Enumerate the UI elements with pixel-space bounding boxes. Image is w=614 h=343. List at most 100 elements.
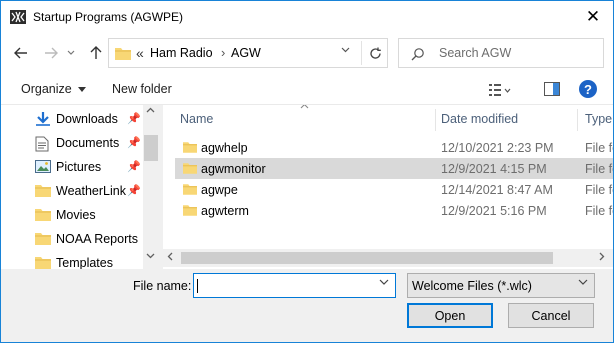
cancel-button[interactable]: Cancel — [508, 303, 594, 328]
sidebar-item-templates[interactable]: Templates — [1, 251, 143, 269]
refresh-button[interactable] — [361, 41, 388, 65]
documents-icon — [35, 136, 49, 152]
pin-icon: 📌 — [127, 113, 141, 125]
chevron-down-icon — [578, 279, 588, 285]
close-icon: ✕ — [585, 7, 601, 26]
preview-pane-icon[interactable] — [544, 82, 560, 96]
window-title: Startup Programs (AGWPE) — [33, 10, 184, 24]
file-type: File fo — [585, 183, 613, 197]
file-name-input[interactable] — [193, 273, 396, 298]
chevron-down-icon[interactable] — [379, 279, 389, 285]
scroll-right-icon[interactable] — [599, 252, 605, 261]
navigation-bar: « Ham Radio › AGW Search AGW — [1, 33, 613, 73]
app-icon — [10, 10, 26, 24]
file-date: 12/9/2021 4:15 PM — [441, 162, 547, 176]
scroll-left-icon[interactable] — [167, 252, 173, 261]
file-row[interactable]: agwterm 12/9/2021 5:16 PM File fo — [175, 200, 613, 221]
column-header-name[interactable]: Name — [180, 112, 213, 126]
chevron-down-icon — [67, 50, 75, 55]
sidebar-item-label: Pictures — [56, 160, 102, 174]
sidebar-item-label: Movies — [56, 208, 96, 222]
column-header-date-modified[interactable]: Date modified — [441, 112, 518, 126]
breadcrumb-agw[interactable]: AGW — [231, 46, 261, 60]
column-divider[interactable] — [577, 109, 578, 131]
folder-icon — [35, 185, 51, 197]
back-button[interactable] — [10, 43, 32, 63]
help-button[interactable]: ? — [579, 80, 597, 98]
file-type-select[interactable]: Welcome Files (*.wlc) — [407, 273, 595, 298]
folder-icon — [115, 48, 131, 60]
pin-icon: 📌 — [127, 137, 141, 149]
scroll-up-icon[interactable] — [146, 107, 155, 113]
file-type: File fo — [585, 162, 613, 176]
file-type-selected: Welcome Files (*.wlc) — [412, 279, 532, 293]
sidebar-item-label: Downloads — [56, 112, 118, 126]
text-caret — [197, 279, 198, 293]
organize-label: Organize — [21, 82, 72, 96]
sidebar-item-weatherlink[interactable]: WeatherLink 📌 — [1, 179, 143, 203]
arrow-left-icon — [14, 47, 27, 59]
horizontal-scroll-thumb[interactable] — [181, 252, 553, 264]
sidebar-item-downloads[interactable]: Downloads 📌 — [1, 107, 143, 131]
folder-icon — [183, 184, 197, 195]
file-list-pane: Name Date modified Type agwhelp 12/10/20… — [163, 105, 613, 269]
file-row-selected[interactable]: agwmonitor 12/9/2021 4:15 PM File fo — [175, 158, 613, 179]
scroll-down-icon[interactable] — [146, 253, 155, 259]
sidebar-item-label: NOAA Reports — [56, 232, 138, 246]
file-name: agwpe — [201, 183, 238, 197]
sidebar-item-label: WeatherLink — [56, 184, 126, 198]
search-icon — [411, 48, 424, 61]
file-type: File fo — [585, 204, 613, 218]
change-view-icon[interactable] — [489, 83, 511, 97]
arrow-right-icon — [45, 47, 58, 59]
column-header-type[interactable]: Type — [585, 112, 612, 126]
address-bar[interactable]: « Ham Radio › AGW — [108, 38, 388, 68]
title-bar: Startup Programs (AGWPE) ✕ — [1, 1, 613, 33]
address-dropdown-icon[interactable] — [341, 47, 350, 53]
folder-icon — [183, 142, 197, 153]
downloads-icon — [36, 112, 50, 126]
pictures-icon — [35, 160, 51, 173]
refresh-icon — [369, 47, 381, 59]
column-divider[interactable] — [435, 109, 436, 131]
folder-icon — [35, 257, 51, 269]
breadcrumb-ham-radio[interactable]: Ham Radio — [150, 46, 213, 60]
command-bar: Organize New folder ? — [1, 73, 613, 105]
folder-icon — [183, 205, 197, 216]
horizontal-scrollbar[interactable] — [163, 249, 613, 267]
sidebar-scroll-thumb[interactable] — [144, 135, 158, 161]
pin-icon: 📌 — [127, 185, 141, 197]
chevron-down-icon — [77, 87, 86, 92]
search-box[interactable]: Search AGW — [398, 38, 604, 68]
up-button[interactable] — [85, 43, 107, 63]
file-name: agwterm — [201, 204, 249, 218]
sidebar-item-noaa-reports[interactable]: NOAA Reports — [1, 227, 143, 251]
help-icon: ? — [584, 81, 592, 97]
file-date: 12/9/2021 5:16 PM — [441, 204, 547, 218]
open-button-label: Open — [434, 308, 466, 323]
file-row[interactable]: agwhelp 12/10/2021 2:23 PM File fo — [175, 137, 613, 158]
file-dialog-window: Startup Programs (AGWPE) ✕ « Ham Radio ›… — [0, 0, 614, 343]
file-name-label: File name: — [133, 279, 192, 293]
sidebar-item-documents[interactable]: Documents 📌 — [1, 131, 143, 155]
breadcrumb-overflow[interactable]: « — [136, 45, 144, 61]
new-folder-button[interactable]: New folder — [112, 82, 172, 96]
file-name: agwmonitor — [201, 162, 266, 176]
close-button[interactable]: ✕ — [573, 1, 613, 33]
sidebar-item-label: Documents — [56, 136, 120, 150]
forward-button[interactable] — [40, 43, 62, 63]
organize-menu-button[interactable]: Organize — [21, 82, 86, 96]
open-button[interactable]: Open — [407, 303, 493, 328]
file-row[interactable]: agwpe 12/14/2021 8:47 AM File fo — [175, 179, 613, 200]
breadcrumb-separator: › — [221, 45, 226, 60]
folder-icon — [35, 233, 51, 245]
file-type: File fo — [585, 141, 613, 155]
sidebar-scrollbar[interactable] — [143, 105, 159, 269]
recent-locations-button[interactable] — [64, 43, 78, 63]
arrow-up-icon — [90, 46, 102, 59]
navigation-pane: Downloads 📌 Documents 📌 Pictures 📌 Weath… — [1, 105, 159, 269]
sidebar-item-movies[interactable]: Movies — [1, 203, 143, 227]
sidebar-item-pictures[interactable]: Pictures 📌 — [1, 155, 143, 179]
sort-ascending-icon — [300, 105, 309, 109]
cancel-button-label: Cancel — [531, 308, 571, 323]
